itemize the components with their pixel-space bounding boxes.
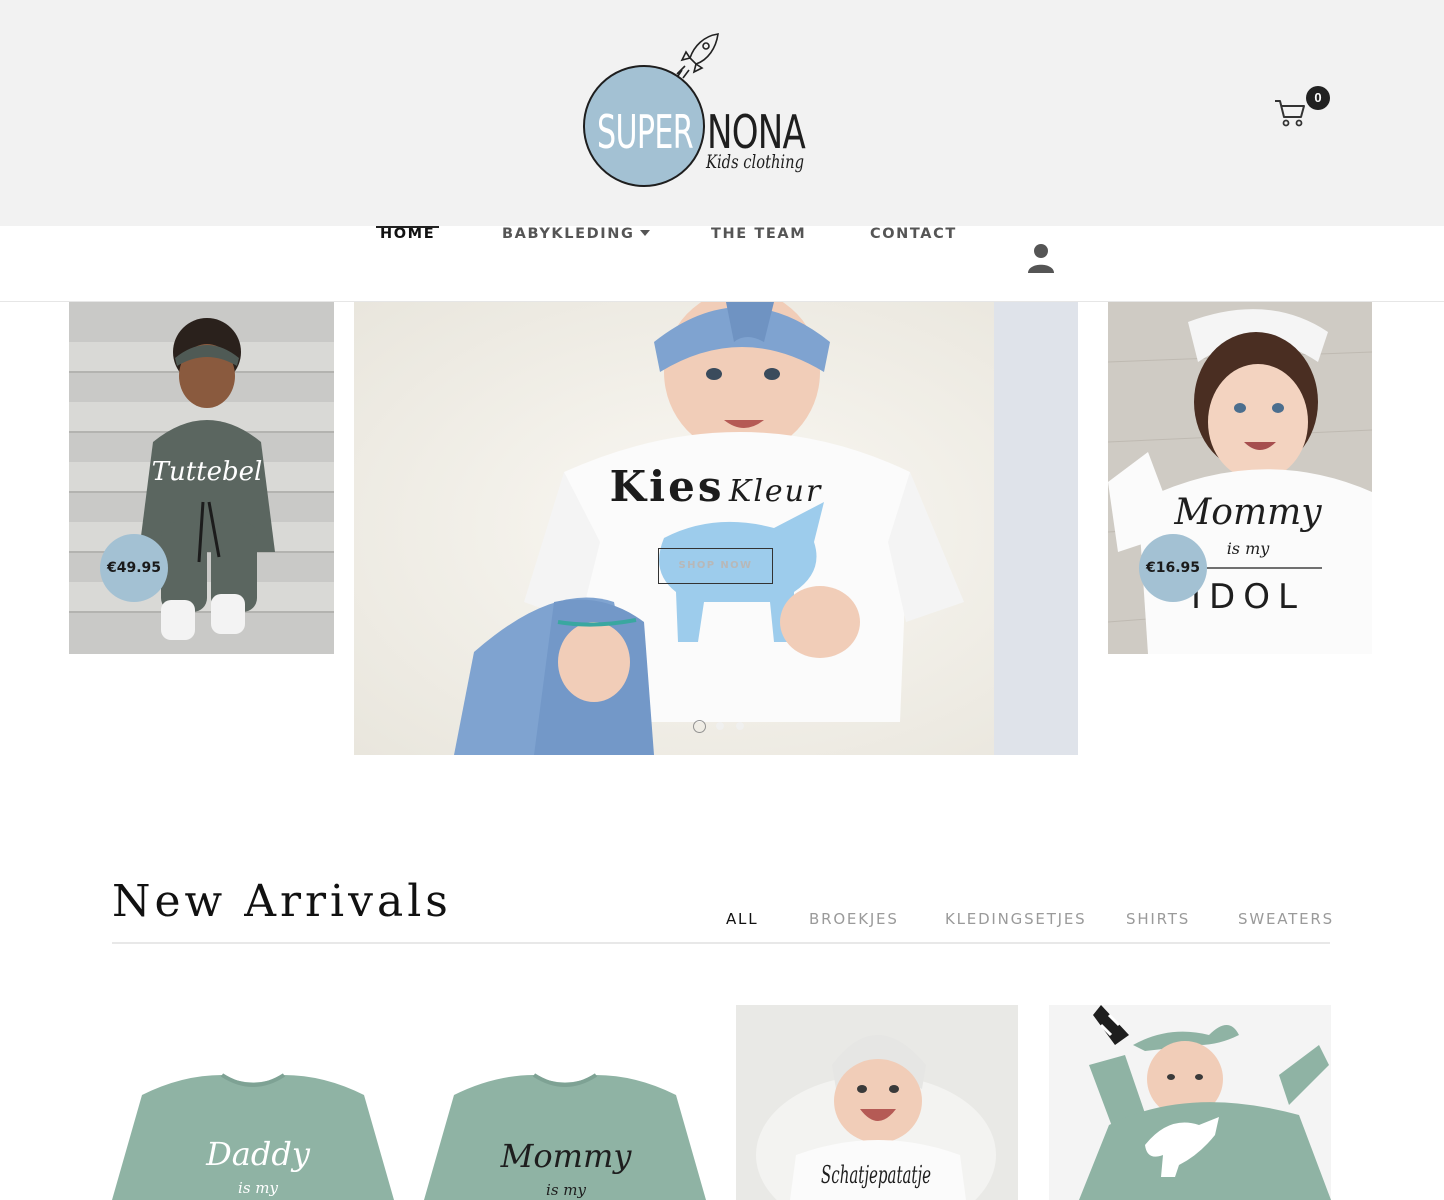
- nav-item-contact[interactable]: CONTACT: [870, 226, 957, 301]
- product-image: Mommy is my IDOL: [1108, 302, 1372, 654]
- product-image: [1049, 1005, 1331, 1200]
- svg-text:is my: is my: [1227, 539, 1271, 558]
- product-card[interactable]: Mommy is my: [424, 1005, 706, 1200]
- product-image: Mommy is my: [424, 1005, 706, 1200]
- svg-text:Mommy: Mommy: [500, 1137, 633, 1175]
- nav-item-babykleding-label: BABYKLEDING: [502, 226, 635, 242]
- filter-kledingsetjes[interactable]: KLEDINGSETJES: [945, 910, 1086, 928]
- caret-down-icon: [640, 230, 651, 236]
- slider-dot-1[interactable]: [693, 720, 706, 733]
- filter-all[interactable]: ALL: [726, 910, 758, 928]
- cart-button[interactable]: 0: [1274, 86, 1334, 130]
- nav-item-home[interactable]: HOME: [375, 226, 440, 301]
- supernona-logo[interactable]: SUPER NONA Kids clothing: [582, 30, 814, 192]
- section-divider: [112, 942, 1330, 944]
- section-title: New Arrivals: [112, 876, 452, 927]
- price-badge: €49.95: [100, 534, 168, 602]
- product-card[interactable]: Daddy is my: [112, 1005, 394, 1200]
- product-image: Tuttebel: [69, 302, 334, 654]
- filter-shirts[interactable]: SHIRTS: [1126, 910, 1190, 928]
- hero-image: [354, 302, 1078, 755]
- svg-text:is my: is my: [238, 1179, 278, 1197]
- nav-item-the-team[interactable]: THE TEAM: [711, 226, 806, 301]
- user-icon[interactable]: [1026, 242, 1056, 274]
- price-badge: €16.95: [1139, 534, 1207, 602]
- cart-count-badge: 0: [1306, 86, 1330, 110]
- product-card[interactable]: Schatjepatatje: [736, 1005, 1018, 1200]
- featured-product-right[interactable]: Mommy is my IDOL €16.95: [1108, 302, 1372, 654]
- site-header: SUPER NONA Kids clothing 0: [0, 0, 1444, 226]
- logo-tagline: Kids clothing: [705, 151, 804, 173]
- svg-text:is my: is my: [546, 1181, 586, 1199]
- main-nav: HOME BABYKLEDING THE TEAM CONTACT: [0, 226, 1444, 302]
- featured-product-left[interactable]: Tuttebel €49.95: [69, 302, 334, 654]
- slider-dot-2[interactable]: [716, 722, 724, 730]
- svg-text:Daddy: Daddy: [205, 1135, 311, 1173]
- slider-dot-3[interactable]: [736, 722, 744, 730]
- product-card[interactable]: [1049, 1005, 1331, 1200]
- filter-sweaters[interactable]: SWEATERS: [1238, 910, 1334, 928]
- shopping-cart-icon: [1275, 100, 1305, 127]
- filter-broekjes[interactable]: BROEKJES: [809, 910, 899, 928]
- svg-text:IDOL: IDOL: [1191, 577, 1305, 617]
- shop-now-button[interactable]: SHOP NOW: [658, 548, 773, 584]
- svg-text:Schatjepatatje: Schatjepatatje: [821, 1161, 931, 1189]
- logo-text-super: SUPER: [597, 105, 693, 159]
- product-image: Daddy is my: [112, 1005, 394, 1200]
- product-image: Schatjepatatje: [736, 1005, 1018, 1200]
- svg-text:Mommy: Mommy: [1173, 492, 1322, 533]
- svg-text:Tuttebel: Tuttebel: [152, 457, 263, 487]
- hero-slider[interactable]: [354, 302, 1078, 755]
- nav-item-babykleding[interactable]: BABYKLEDING: [502, 226, 651, 301]
